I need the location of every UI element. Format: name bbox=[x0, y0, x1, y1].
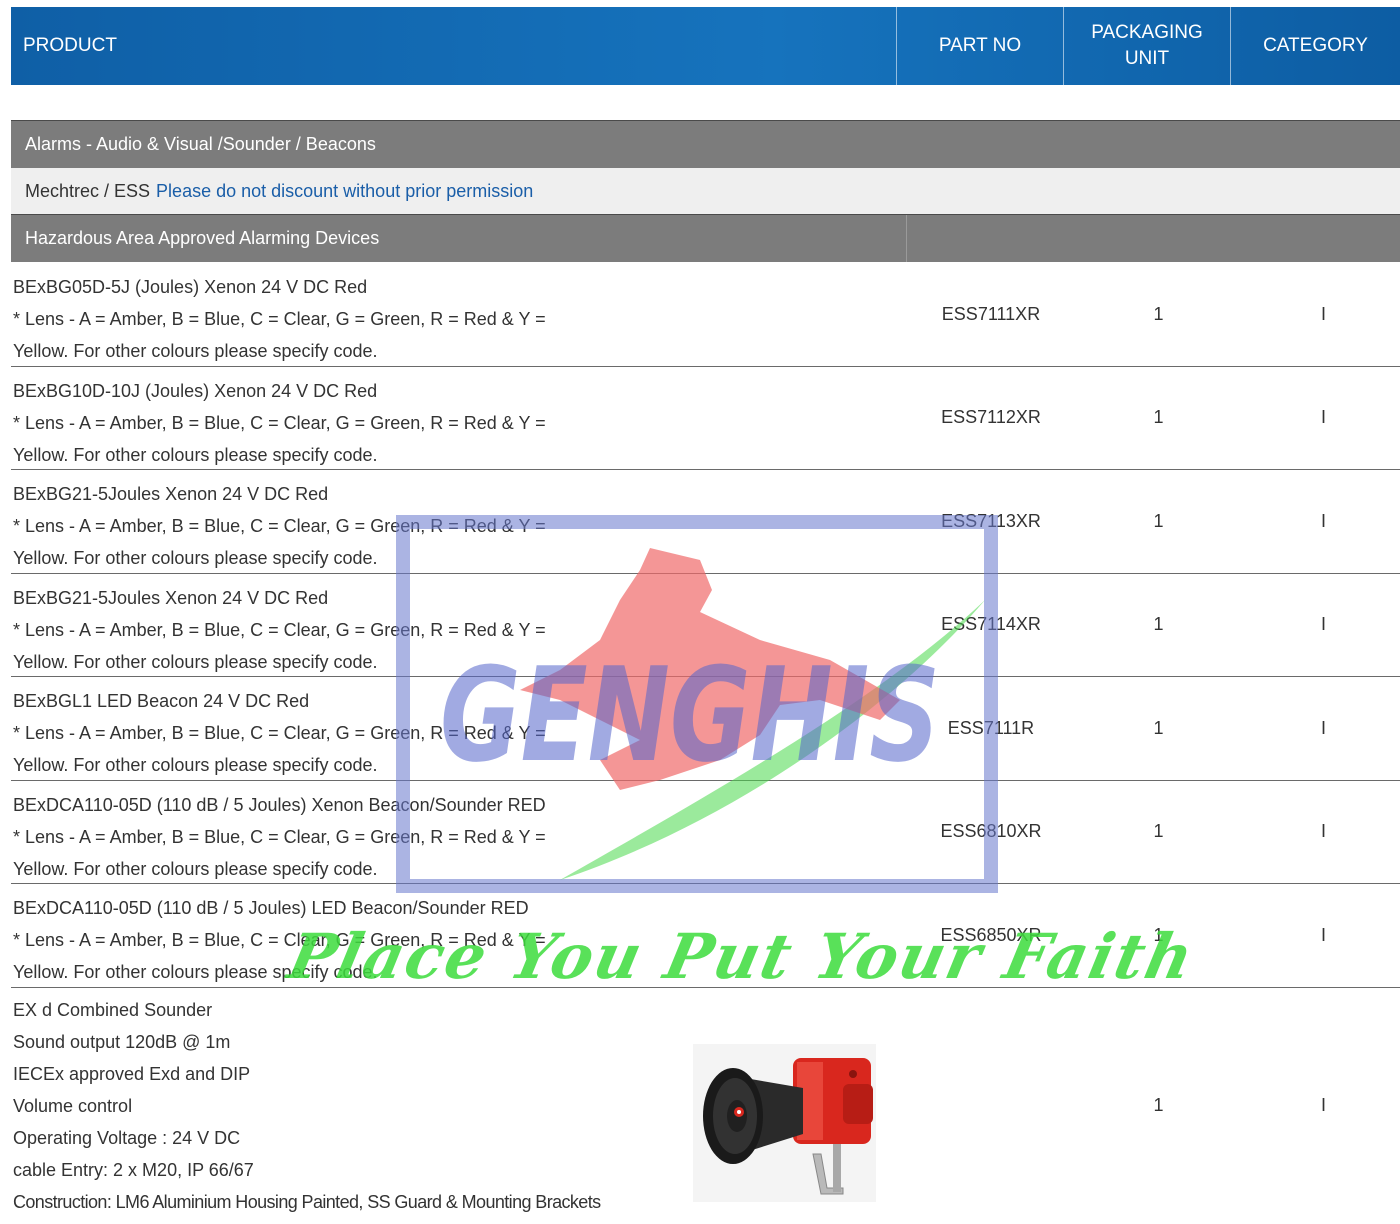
packaging-unit: 1 bbox=[1153, 510, 1164, 531]
product-rows: BExBG05D-5J (Joules) Xenon 24 V DC Red *… bbox=[11, 263, 1400, 1218]
table-row: BExDCA110-05D (110 dB / 5 Joules) Xenon … bbox=[11, 781, 1400, 885]
lens-note: * Lens - A = Amber, B = Blue, C = Clear,… bbox=[13, 930, 546, 950]
table-row: BExDCA110-05D (110 dB / 5 Joules) LED Be… bbox=[11, 884, 1400, 988]
part-number: ESS7111R bbox=[947, 717, 1035, 738]
sounder-line: Construction: LM6 Aluminium Housing Pain… bbox=[13, 1191, 601, 1212]
subsection-title-bar: Hazardous Area Approved Alarming Devices bbox=[11, 214, 1400, 262]
packaging-unit: 1 bbox=[1153, 924, 1164, 945]
header-part-no: PART NO bbox=[896, 7, 1063, 85]
product-name: BExDCA110-05D (110 dB / 5 Joules) Xenon … bbox=[13, 794, 546, 815]
category: I bbox=[1320, 614, 1326, 635]
colour-note: Yellow. For other colours please specify… bbox=[13, 444, 378, 465]
product-name: BExDCA110-05D (110 dB / 5 Joules) LED Be… bbox=[13, 898, 529, 918]
product-name: BExBG21-5Joules Xenon 24 V DC Red bbox=[13, 587, 329, 608]
lens-note: * Lens - A = Amber, B = Blue, C = Clear,… bbox=[13, 412, 546, 433]
header-product: PRODUCT bbox=[23, 35, 117, 56]
product-description: BExDCA110-05D (110 dB / 5 Joules) Xenon … bbox=[13, 789, 893, 885]
header-packaging-line1: PACKAGING bbox=[1091, 22, 1203, 43]
brand-row: Mechtrec / ESS Please do not discount wi… bbox=[11, 168, 1400, 214]
category: I bbox=[1320, 1095, 1326, 1115]
sounder-line: IECEx approved Exd and DIP bbox=[13, 1063, 251, 1084]
sounder-line: Sound output 120dB @ 1m bbox=[13, 1031, 231, 1052]
part-number: ESS7112XR bbox=[941, 407, 1041, 428]
colour-note: Yellow. For other colours please specify… bbox=[13, 962, 378, 982]
part-number: ESS6850XR bbox=[940, 924, 1042, 945]
sounder-line: Operating Voltage : 24 V DC bbox=[13, 1127, 241, 1148]
product-name: BExBG05D-5J (Joules) Xenon 24 V DC Red bbox=[13, 277, 368, 297]
header-category: CATEGORY bbox=[1230, 7, 1400, 85]
part-number: ESS7114XR bbox=[941, 614, 1041, 635]
category: I bbox=[1320, 821, 1326, 842]
category: I bbox=[1320, 717, 1326, 738]
subsection-divider bbox=[906, 215, 907, 262]
product-description: BExDCA110-05D (110 dB / 5 Joules) LED Be… bbox=[13, 892, 893, 988]
brand-name: Mechtrec / ESS bbox=[25, 180, 151, 201]
table-row: BExBG10D-10J (Joules) Xenon 24 V DC Red … bbox=[11, 367, 1400, 471]
product-description: BExBGL1 LED Beacon 24 V DC Red * Lens - … bbox=[13, 685, 893, 781]
lens-note: * Lens - A = Amber, B = Blue, C = Clear,… bbox=[13, 309, 546, 329]
table-row: BExBGL1 LED Beacon 24 V DC Red * Lens - … bbox=[11, 677, 1400, 781]
packaging-unit: 1 bbox=[1153, 303, 1164, 324]
sounder-description: EX d Combined Sounder Sound output 120dB… bbox=[13, 994, 601, 1218]
packaging-unit: 1 bbox=[1153, 614, 1164, 635]
product-description: BExBG21-5Joules Xenon 24 V DC Red * Lens… bbox=[13, 582, 893, 678]
product-name: BExBGL1 LED Beacon 24 V DC Red bbox=[13, 691, 310, 711]
section-title-bar: Alarms - Audio & Visual /Sounder / Beaco… bbox=[11, 120, 1400, 168]
part-number: ESS7111XR bbox=[941, 303, 1041, 324]
category: I bbox=[1320, 510, 1326, 531]
table-row: BExBG21-5Joules Xenon 24 V DC Red * Lens… bbox=[11, 574, 1400, 678]
packaging-unit: 1 bbox=[1153, 1095, 1164, 1115]
sounder-line: cable Entry: 2 x M20, IP 66/67 bbox=[13, 1159, 254, 1180]
colour-note: Yellow. For other colours please specify… bbox=[13, 548, 378, 568]
lens-note: * Lens - A = Amber, B = Blue, C = Clear,… bbox=[13, 826, 546, 847]
lens-note: * Lens - A = Amber, B = Blue, C = Clear,… bbox=[13, 516, 546, 536]
discount-note: Please do not discount without prior per… bbox=[156, 180, 534, 201]
packaging-unit: 1 bbox=[1153, 407, 1164, 428]
packaging-unit: 1 bbox=[1153, 821, 1164, 842]
lens-note: * Lens - A = Amber, B = Blue, C = Clear,… bbox=[13, 619, 546, 640]
table-row: BExBG05D-5J (Joules) Xenon 24 V DC Red *… bbox=[11, 263, 1400, 367]
packaging-unit: 1 bbox=[1153, 717, 1164, 738]
category: I bbox=[1320, 924, 1326, 945]
sounder-line: Volume control bbox=[13, 1095, 133, 1116]
sounder-line: EX d Combined Sounder bbox=[13, 999, 213, 1020]
product-description: BExBG21-5Joules Xenon 24 V DC Red * Lens… bbox=[13, 478, 893, 574]
table-header: PRODUCT PART NO PACKAGING UNIT CATEGORY bbox=[11, 7, 1400, 85]
colour-note: Yellow. For other colours please specify… bbox=[13, 651, 378, 672]
part-number: ESS6810XR bbox=[940, 821, 1042, 842]
section-title: Alarms - Audio & Visual /Sounder / Beaco… bbox=[25, 134, 376, 154]
product-description: BExBG05D-5J (Joules) Xenon 24 V DC Red *… bbox=[13, 271, 893, 367]
header-packaging-unit: PACKAGING UNIT bbox=[1063, 7, 1230, 85]
part-number: ESS7113XR bbox=[941, 510, 1041, 531]
colour-note: Yellow. For other colours please specify… bbox=[13, 858, 378, 879]
colour-note: Yellow. For other colours please specify… bbox=[13, 341, 378, 361]
category: I bbox=[1320, 407, 1326, 428]
lens-note: * Lens - A = Amber, B = Blue, C = Clear,… bbox=[13, 723, 546, 743]
table-row-sounder: EX d Combined Sounder Sound output 120dB… bbox=[11, 988, 1400, 1218]
colour-note: Yellow. For other colours please specify… bbox=[13, 755, 378, 775]
header-packaging-line2: UNIT bbox=[1124, 48, 1170, 69]
product-name: BExBG21-5Joules Xenon 24 V DC Red bbox=[13, 484, 329, 504]
table-row: BExBG21-5Joules Xenon 24 V DC Red * Lens… bbox=[11, 470, 1400, 574]
product-name: BExBG10D-10J (Joules) Xenon 24 V DC Red bbox=[13, 380, 378, 401]
category: I bbox=[1320, 303, 1326, 324]
product-description: BExBG10D-10J (Joules) Xenon 24 V DC Red … bbox=[13, 375, 893, 471]
subsection-title: Hazardous Area Approved Alarming Devices bbox=[25, 228, 380, 248]
horn-sounder-icon bbox=[693, 1043, 876, 1202]
